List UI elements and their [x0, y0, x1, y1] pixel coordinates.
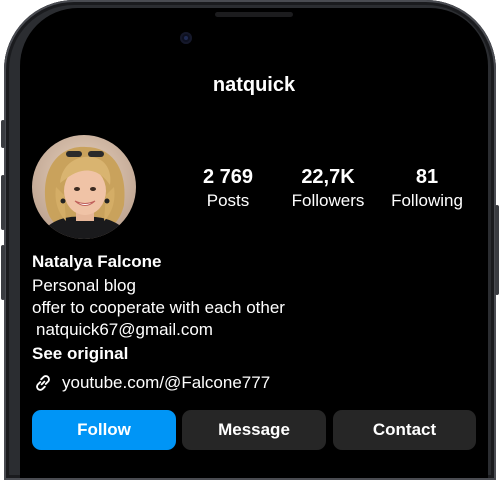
stat-following[interactable]: 81 Following [372, 166, 482, 212]
profile-link-text: youtube.com/@Falcone777 [62, 373, 271, 392]
contact-button[interactable]: Contact [333, 410, 476, 450]
display-name: Natalya Falcone [32, 252, 162, 271]
bio-line-category: Personal blog [32, 276, 136, 295]
see-original-link[interactable]: See original [32, 344, 128, 364]
message-button[interactable]: Message [182, 410, 326, 450]
bio-line-description: offer to cooperate with each other [32, 298, 285, 317]
avatar[interactable] [32, 135, 136, 239]
profile-link[interactable]: youtube.com/@Falcone777 [32, 372, 270, 394]
follow-button[interactable]: Follow [32, 410, 176, 450]
posts-label: Posts [206, 191, 250, 210]
following-label: Following [391, 191, 463, 210]
mute-switch [1, 120, 5, 148]
stat-posts[interactable]: 2 769 Posts [173, 166, 283, 212]
front-camera-icon [180, 32, 192, 44]
volume-up-button [1, 175, 5, 230]
following-count: 81 [415, 166, 439, 188]
followers-label: Followers [291, 191, 365, 210]
link-icon [36, 375, 50, 391]
earpiece-speaker [215, 12, 293, 17]
followers-count: 22,7K [301, 166, 355, 188]
phone-frame: natquick 2 769 Posts 22,7K Followers 81 … [1, 0, 499, 480]
power-button [495, 205, 499, 295]
volume-down-button [1, 245, 5, 300]
stat-followers[interactable]: 22,7K Followers [273, 166, 383, 212]
posts-count: 2 769 [202, 166, 254, 188]
profile-username: natquick [212, 74, 296, 96]
bio-line-email: natquick67@gmail.com [36, 320, 213, 339]
profile-photo-icon [32, 135, 136, 239]
phone-screen: natquick 2 769 Posts 22,7K Followers 81 … [20, 8, 488, 478]
